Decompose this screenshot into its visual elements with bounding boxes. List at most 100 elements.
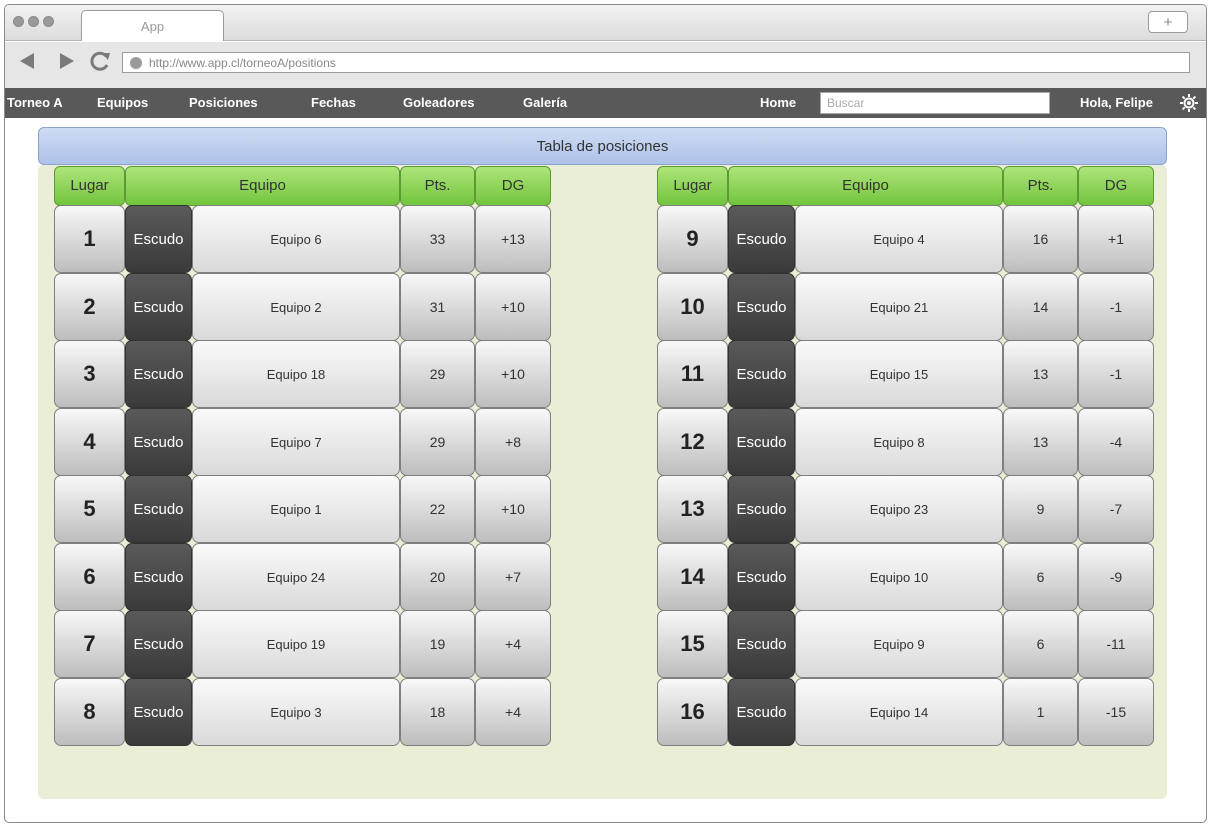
- cell-pts: 9: [1003, 475, 1078, 543]
- user-greeting[interactable]: Hola, Felipe: [1080, 95, 1153, 110]
- team-shield: Escudo: [728, 678, 795, 746]
- cell-pts: 14: [1003, 273, 1078, 341]
- search-input[interactable]: [820, 92, 1050, 114]
- cell-equipo[interactable]: Equipo 10: [795, 543, 1003, 611]
- cell-equipo[interactable]: Equipo 18: [192, 340, 400, 408]
- menu-fechas[interactable]: Fechas: [311, 95, 356, 110]
- header-dg: DG: [1078, 166, 1154, 206]
- cell-pts: 33: [400, 205, 475, 273]
- close-window-button[interactable]: [13, 16, 24, 27]
- cell-pts: 29: [400, 408, 475, 476]
- menu-equipos[interactable]: Equipos: [97, 95, 148, 110]
- maximize-window-button[interactable]: [43, 16, 54, 27]
- gear-icon[interactable]: [1179, 93, 1199, 113]
- cell-pts: 6: [1003, 543, 1078, 611]
- team-shield: Escudo: [125, 408, 192, 476]
- team-shield: Escudo: [728, 543, 795, 611]
- cell-lugar: 8: [54, 678, 125, 746]
- globe-icon: [130, 57, 142, 69]
- back-button[interactable]: [17, 50, 39, 72]
- cell-lugar: 14: [657, 543, 728, 611]
- cell-pts: 31: [400, 273, 475, 341]
- cell-dg: +4: [475, 678, 551, 746]
- cell-dg: +8: [475, 408, 551, 476]
- cell-pts: 18: [400, 678, 475, 746]
- cell-equipo[interactable]: Equipo 6: [192, 205, 400, 273]
- cell-equipo[interactable]: Equipo 2: [192, 273, 400, 341]
- cell-equipo[interactable]: Equipo 9: [795, 610, 1003, 678]
- url-text: http://www.app.cl/torneoA/positions: [149, 55, 336, 70]
- cell-equipo[interactable]: Equipo 3: [192, 678, 400, 746]
- cell-lugar: 10: [657, 273, 728, 341]
- cell-equipo[interactable]: Equipo 1: [192, 475, 400, 543]
- cell-dg: +10: [475, 475, 551, 543]
- header-lugar: Lugar: [54, 166, 125, 206]
- plus-icon: +: [1163, 13, 1173, 31]
- reload-icon: [90, 51, 110, 71]
- team-shield: Escudo: [125, 340, 192, 408]
- header-pts: Pts.: [1003, 166, 1078, 206]
- cell-dg: -4: [1078, 408, 1154, 476]
- cell-pts: 13: [1003, 408, 1078, 476]
- cell-pts: 1: [1003, 678, 1078, 746]
- cell-lugar: 5: [54, 475, 125, 543]
- cell-dg: +10: [475, 273, 551, 341]
- cell-pts: 22: [400, 475, 475, 543]
- cell-lugar: 9: [657, 205, 728, 273]
- header-equipo: Equipo: [125, 166, 400, 206]
- new-tab-button[interactable]: +: [1148, 11, 1188, 33]
- cell-pts: 19: [400, 610, 475, 678]
- team-shield: Escudo: [728, 340, 795, 408]
- team-shield: Escudo: [125, 205, 192, 273]
- cell-lugar: 6: [54, 543, 125, 611]
- cell-equipo[interactable]: Equipo 7: [192, 408, 400, 476]
- cell-equipo[interactable]: Equipo 15: [795, 340, 1003, 408]
- cell-dg: -11: [1078, 610, 1154, 678]
- team-shield: Escudo: [728, 475, 795, 543]
- cell-lugar: 1: [54, 205, 125, 273]
- cell-dg: -7: [1078, 475, 1154, 543]
- cell-equipo[interactable]: Equipo 14: [795, 678, 1003, 746]
- forward-button[interactable]: [55, 50, 77, 72]
- cell-lugar: 16: [657, 678, 728, 746]
- team-shield: Escudo: [728, 408, 795, 476]
- cell-pts: 29: [400, 340, 475, 408]
- cell-dg: +4: [475, 610, 551, 678]
- menu-home[interactable]: Home: [760, 95, 796, 110]
- window-controls: [13, 16, 54, 27]
- cell-dg: -15: [1078, 678, 1154, 746]
- address-bar[interactable]: http://www.app.cl/torneoA/positions: [122, 52, 1190, 73]
- cell-dg: -1: [1078, 340, 1154, 408]
- cell-equipo[interactable]: Equipo 8: [795, 408, 1003, 476]
- cell-lugar: 4: [54, 408, 125, 476]
- menu-torneo-a[interactable]: Torneo A: [7, 95, 63, 110]
- cell-pts: 16: [1003, 205, 1078, 273]
- browser-tab[interactable]: App: [81, 10, 224, 41]
- team-shield: Escudo: [125, 610, 192, 678]
- menu-goleadores[interactable]: Goleadores: [403, 95, 475, 110]
- menu-galeria[interactable]: Galería: [523, 95, 567, 110]
- cell-dg: -1: [1078, 273, 1154, 341]
- team-shield: Escudo: [125, 475, 192, 543]
- reload-button[interactable]: [89, 50, 111, 72]
- cell-dg: -9: [1078, 543, 1154, 611]
- menu-posiciones[interactable]: Posiciones: [189, 95, 258, 110]
- cell-lugar: 15: [657, 610, 728, 678]
- cell-equipo[interactable]: Equipo 23: [795, 475, 1003, 543]
- cell-equipo[interactable]: Equipo 24: [192, 543, 400, 611]
- cell-equipo[interactable]: Equipo 21: [795, 273, 1003, 341]
- cell-pts: 13: [1003, 340, 1078, 408]
- cell-equipo[interactable]: Equipo 4: [795, 205, 1003, 273]
- cell-lugar: 11: [657, 340, 728, 408]
- forward-arrow-icon: [60, 53, 74, 69]
- cell-equipo[interactable]: Equipo 19: [192, 610, 400, 678]
- header-lugar: Lugar: [657, 166, 728, 206]
- cell-lugar: 2: [54, 273, 125, 341]
- cell-dg: +13: [475, 205, 551, 273]
- team-shield: Escudo: [125, 678, 192, 746]
- team-shield: Escudo: [728, 610, 795, 678]
- header-pts: Pts.: [400, 166, 475, 206]
- title-bar: App +: [5, 5, 1206, 41]
- minimize-window-button[interactable]: [28, 16, 39, 27]
- standings-title: Tabla de posiciones: [38, 127, 1167, 165]
